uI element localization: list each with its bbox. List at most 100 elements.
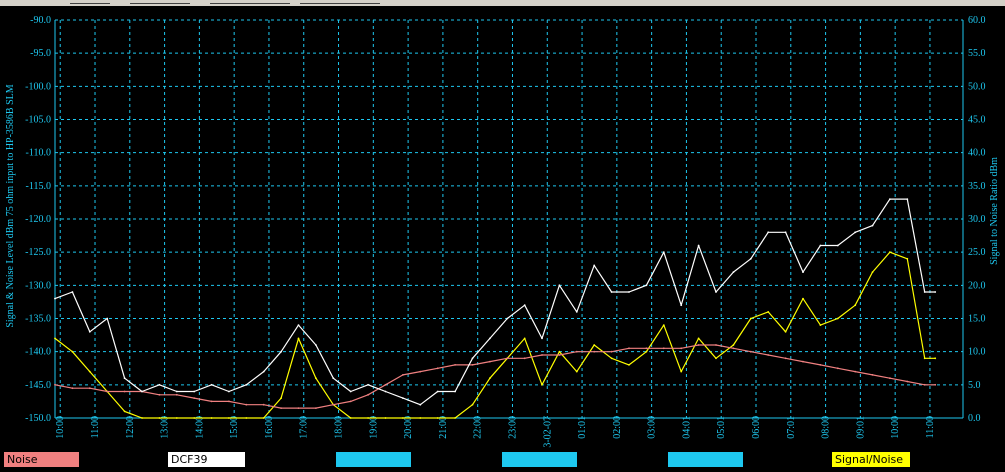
data-point: [662, 251, 665, 254]
data-point: [228, 390, 230, 393]
data-point: [210, 400, 213, 403]
legend-item-blank: [502, 452, 577, 467]
data-point: [315, 377, 317, 380]
x-tick-label: 12:00: [125, 416, 136, 439]
data-point: [697, 344, 700, 346]
data-point: [715, 357, 717, 360]
data-point: [158, 383, 161, 386]
series-line-noise: [54, 344, 936, 409]
data-point: [906, 257, 909, 260]
data-point: [88, 387, 91, 390]
data-point: [245, 403, 248, 406]
data-point: [541, 383, 543, 386]
x-tick-label: 22:00: [473, 416, 484, 439]
data-point: [71, 387, 74, 390]
data-point: [767, 231, 770, 234]
data-point: [934, 383, 937, 386]
data-point: [558, 350, 561, 353]
menu-fragment: [300, 0, 380, 4]
data-point: [228, 417, 230, 419]
data-point: [732, 347, 735, 350]
data-point: [680, 304, 683, 307]
data-point: [471, 364, 474, 366]
data-point: [680, 370, 683, 373]
data-point: [367, 393, 369, 396]
series-signal-noise: [54, 251, 937, 419]
data-point: [645, 284, 648, 287]
data-point: [558, 284, 561, 287]
data-point: [610, 350, 613, 353]
data-point: [836, 244, 839, 247]
data-point: [349, 417, 352, 419]
data-point: [54, 297, 56, 300]
menu-fragment: [210, 0, 290, 4]
y-tick-label-right: 5.0: [968, 380, 981, 391]
data-point: [158, 393, 161, 396]
y-tick-label-right: 20.0: [968, 280, 986, 291]
x-tick-label: 07:01: [786, 416, 797, 439]
data-point: [767, 311, 770, 313]
data-point: [262, 403, 265, 406]
legend-item-snr: Signal/Noise: [832, 452, 910, 467]
data-point: [575, 370, 578, 373]
data-point: [836, 367, 839, 370]
y-tick-label-right: 50.0: [968, 81, 986, 92]
data-point: [384, 417, 387, 419]
data-point: [280, 350, 282, 353]
data-point: [934, 291, 937, 293]
data-point: [871, 374, 874, 376]
data-point: [123, 377, 126, 380]
data-point: [384, 390, 387, 393]
y-tick-label-left: -125.0: [25, 247, 51, 258]
y-tick-label-left: -100.0: [25, 81, 51, 92]
y-tick-label-right: 25.0: [968, 247, 986, 258]
x-tick-label: 04:01: [681, 416, 692, 439]
data-point: [436, 417, 439, 419]
data-point: [419, 417, 422, 419]
data-point: [245, 383, 248, 386]
data-point: [349, 400, 352, 403]
data-point: [575, 350, 578, 353]
data-point: [280, 397, 282, 399]
data-point: [819, 324, 822, 326]
data-point: [819, 244, 822, 247]
data-point: [541, 354, 543, 356]
data-point: [645, 347, 648, 350]
data-point: [784, 231, 787, 234]
data-point: [767, 354, 770, 356]
menu-fragment: [130, 0, 190, 4]
x-ticks: 10:00 11:00 12:00 13:00 14:00 15:00 16:00 17:00…: [55, 416, 936, 448]
data-point: [784, 357, 787, 360]
y-tick-label-left: -105.0: [25, 115, 51, 126]
data-point: [854, 304, 857, 307]
x-tick-label: 03-02-07: [542, 416, 553, 448]
x-tick-label: 23:00: [507, 416, 518, 439]
y-tick-label-right: 30.0: [968, 214, 986, 225]
y-tick-label-right: 45.0: [968, 115, 986, 126]
data-point: [784, 330, 787, 333]
data-point: [402, 417, 404, 419]
data-point: [158, 417, 161, 419]
data-point: [367, 383, 369, 386]
data-point: [489, 360, 491, 363]
data-point: [384, 383, 387, 386]
data-point: [523, 337, 526, 340]
data-point: [402, 374, 404, 376]
data-point: [193, 390, 196, 393]
data-point: [715, 344, 717, 346]
y-tick-label-left: -115.0: [26, 181, 51, 192]
x-tick-label: 08:00: [821, 416, 832, 439]
x-tick-label: 02:00: [612, 416, 623, 439]
data-point: [732, 344, 735, 346]
data-point: [297, 337, 300, 340]
legend-item-dcf39: DCF39: [168, 452, 245, 467]
y-tick-label-left: -130.0: [25, 280, 51, 291]
data-point: [628, 347, 630, 350]
series: [54, 198, 937, 419]
data-point: [871, 271, 874, 273]
data-point: [662, 347, 665, 350]
data-point: [210, 383, 213, 386]
y-tick-label-left: -110.0: [26, 148, 51, 159]
x-tick-label: 20:00: [403, 416, 414, 439]
y-tick-label-right: 15.0: [968, 314, 986, 325]
